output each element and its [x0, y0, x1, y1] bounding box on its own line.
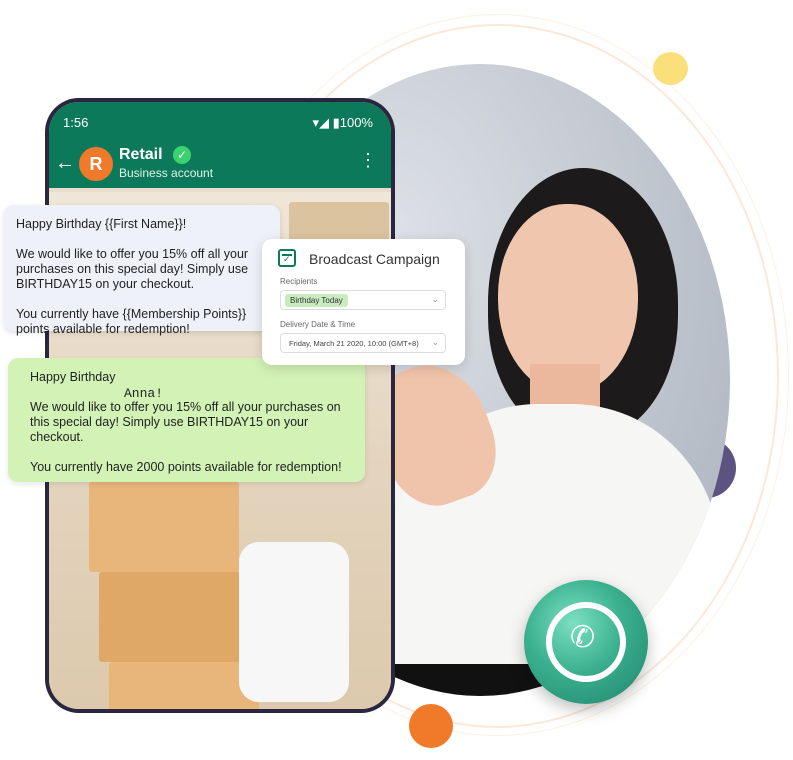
delivery-value: Friday, March 21 2020, 10:00 (GMT+8): [289, 339, 419, 348]
recipients-label: Recipients: [280, 277, 318, 286]
delivery-label: Delivery Date & Time: [280, 320, 356, 329]
orange-dot: [409, 704, 453, 748]
name-overlay: Anna!: [124, 386, 164, 401]
card-title: Broadcast Campaign: [309, 251, 440, 267]
chair-decor: [239, 542, 349, 702]
yellow-dot: [653, 52, 688, 85]
chat-header: ← R Retail ✓ Business account ⋮: [49, 144, 391, 188]
phone-glyph-icon: ✆: [570, 621, 596, 654]
contact-subtitle: Business account: [119, 166, 214, 180]
template-message-bubble: Happy Birthday {{First Name}}! We would …: [4, 205, 280, 336]
chevron-down-icon: ⌄: [431, 337, 439, 347]
more-vert-icon[interactable]: ⋮: [359, 150, 377, 171]
recipients-chip: Birthday Today: [285, 294, 348, 307]
box-decor: [89, 482, 239, 572]
broadcast-campaign-card: Broadcast Campaign Recipients Birthday T…: [262, 239, 465, 365]
calendar-icon: [278, 249, 296, 267]
sent-message-bubble: Happy Birthday We would like to offer yo…: [8, 358, 365, 482]
verified-icon: ✓: [173, 146, 191, 164]
status-bar: 1:56 ▾◢ ▮100%: [49, 102, 391, 144]
avatar[interactable]: R: [79, 147, 113, 181]
status-icons: ▾◢ ▮100%: [312, 115, 373, 130]
delivery-select[interactable]: Friday, March 21 2020, 10:00 (GMT+8) ⌄: [280, 333, 446, 353]
box-decor: [109, 662, 259, 709]
chevron-down-icon: ⌄: [431, 294, 439, 304]
box-decor: [99, 572, 259, 662]
contact-name[interactable]: Retail: [119, 146, 163, 164]
status-time: 1:56: [63, 115, 89, 130]
whatsapp-icon: ✆: [524, 580, 648, 704]
recipients-select[interactable]: Birthday Today ⌄: [280, 290, 446, 310]
back-arrow-icon[interactable]: ←: [55, 152, 75, 175]
